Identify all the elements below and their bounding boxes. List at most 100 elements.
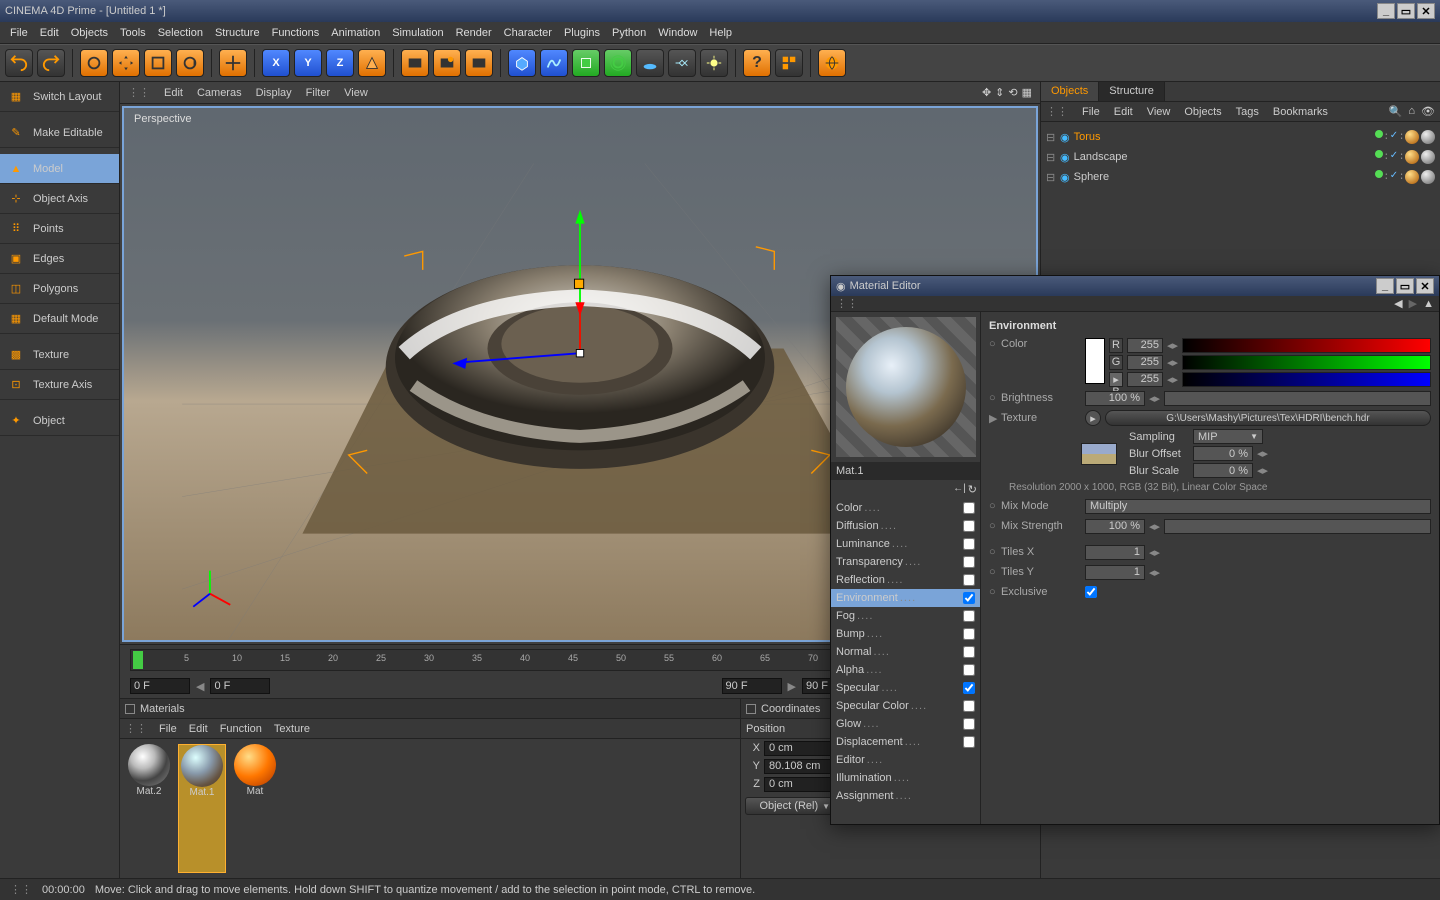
me-prev-mat[interactable]: ←| — [953, 483, 966, 496]
arrange-button[interactable] — [775, 49, 803, 77]
me-maximize[interactable]: ▭ — [1396, 278, 1414, 294]
channel-bump[interactable]: Bump . . . . — [831, 625, 980, 643]
brightness-input[interactable]: 100 % — [1085, 391, 1145, 406]
range-end[interactable]: 90 F — [722, 678, 782, 694]
me-nav-fwd[interactable]: ▶ — [1409, 297, 1417, 310]
menu-structure[interactable]: Structure — [215, 27, 260, 39]
obj-landscape[interactable]: ⊟◉Landscape ∶✓∶ — [1046, 147, 1435, 167]
start-frame[interactable]: 0 F — [130, 678, 190, 694]
mix-mode-dropdown[interactable]: Multiply — [1085, 499, 1431, 514]
vp-menu-edit[interactable]: Edit — [164, 87, 183, 99]
channel-luminance[interactable]: Luminance . . . . — [831, 535, 980, 553]
rotate-tool[interactable] — [176, 49, 204, 77]
color-r[interactable]: 255 — [1127, 338, 1163, 353]
add-environment[interactable] — [636, 49, 664, 77]
menu-simulation[interactable]: Simulation — [392, 27, 443, 39]
obj-sphere[interactable]: ⊟◉Sphere ∶✓∶ — [1046, 167, 1435, 187]
vp-menu-filter[interactable]: Filter — [306, 87, 330, 99]
mat-menu-texture[interactable]: Texture — [274, 723, 310, 735]
add-deformer[interactable] — [604, 49, 632, 77]
move-tool[interactable] — [112, 49, 140, 77]
redo-button[interactable] — [37, 49, 65, 77]
obj-menu-view[interactable]: View — [1147, 106, 1171, 118]
menu-tools[interactable]: Tools — [120, 27, 146, 39]
playhead[interactable] — [133, 651, 143, 669]
mat-menu-edit[interactable]: Edit — [189, 723, 208, 735]
add-camera[interactable] — [668, 49, 696, 77]
obj-menu-tags[interactable]: Tags — [1236, 106, 1259, 118]
menu-selection[interactable]: Selection — [158, 27, 203, 39]
close-button[interactable]: ✕ — [1417, 3, 1435, 19]
obj-menu-file[interactable]: File — [1082, 106, 1100, 118]
vp-menu-display[interactable]: Display — [256, 87, 292, 99]
material-preview[interactable] — [836, 317, 976, 457]
add-light[interactable] — [700, 49, 728, 77]
channel-normal[interactable]: Normal . . . . — [831, 643, 980, 661]
material-Mat.2[interactable]: Mat.2 — [125, 744, 173, 873]
channel-assignment[interactable]: Assignment . . . . — [831, 787, 980, 805]
channel-color[interactable]: Color . . . . — [831, 499, 980, 517]
vp-menu-cameras[interactable]: Cameras — [197, 87, 242, 99]
color-swatch[interactable] — [1085, 338, 1105, 384]
x-axis-lock[interactable]: X — [262, 49, 290, 77]
menu-render[interactable]: Render — [456, 27, 492, 39]
me-close[interactable]: ✕ — [1416, 278, 1434, 294]
tab-structure[interactable]: Structure — [1099, 82, 1165, 101]
material-editor-window[interactable]: ◉Material Editor _ ▭ ✕ ⋮⋮ ◀ ▶ ▲ Mat.1 ←|… — [830, 275, 1440, 825]
vp-rotate-icon[interactable]: ⟲ — [1008, 86, 1017, 99]
menu-edit[interactable]: Edit — [40, 27, 59, 39]
channel-fog[interactable]: Fog . . . . — [831, 607, 980, 625]
render-settings[interactable] — [465, 49, 493, 77]
channel-environment[interactable]: Environment . . . . — [831, 589, 980, 607]
menu-python[interactable]: Python — [612, 27, 646, 39]
coord-system[interactable] — [358, 49, 386, 77]
vp-grip-icon[interactable]: ⋮⋮ — [128, 86, 150, 99]
maximize-button[interactable]: ▭ — [1397, 3, 1415, 19]
undo-button[interactable] — [5, 49, 33, 77]
mode-texture-axis[interactable]: ⊡Texture Axis — [0, 370, 119, 400]
vp-layout-icon[interactable]: ▦ — [1022, 86, 1032, 99]
channel-alpha[interactable]: Alpha . . . . — [831, 661, 980, 679]
mode-points[interactable]: ⠿Points — [0, 214, 119, 244]
recent-tool[interactable] — [219, 49, 247, 77]
material-name-field[interactable]: Mat.1 — [831, 462, 980, 480]
vp-zoom-icon[interactable]: ⇕ — [995, 86, 1004, 99]
mix-strength-slider[interactable] — [1164, 519, 1431, 534]
blur-scale[interactable]: 0 % — [1193, 463, 1253, 478]
r-slider[interactable] — [1182, 338, 1431, 353]
range-start[interactable]: 0 F — [210, 678, 270, 694]
add-generator[interactable] — [572, 49, 600, 77]
menu-character[interactable]: Character — [504, 27, 552, 39]
texture-arrow-btn[interactable]: ▸ — [1085, 410, 1101, 426]
brightness-slider[interactable] — [1164, 391, 1431, 406]
menu-file[interactable]: File — [10, 27, 28, 39]
color-g[interactable]: 255 — [1127, 355, 1163, 370]
search-icon[interactable]: 🔍 — [1389, 105, 1403, 118]
add-primitive[interactable] — [508, 49, 536, 77]
mix-strength[interactable]: 100 % — [1085, 519, 1145, 534]
obj-torus[interactable]: ⊟◉Torus ∶✓∶ — [1046, 127, 1435, 147]
render-view[interactable] — [401, 49, 429, 77]
g-slider[interactable] — [1182, 355, 1431, 370]
channel-displacement[interactable]: Displacement . . . . — [831, 733, 980, 751]
me-minimize[interactable]: _ — [1376, 278, 1394, 294]
add-spline[interactable] — [540, 49, 568, 77]
mode-edges[interactable]: ▣Edges — [0, 244, 119, 274]
mat-menu-file[interactable]: File — [159, 723, 177, 735]
mode-object-axis[interactable]: ⊹Object Axis — [0, 184, 119, 214]
content-browser[interactable] — [818, 49, 846, 77]
channel-transparency[interactable]: Transparency . . . . — [831, 553, 980, 571]
render-pv[interactable] — [433, 49, 461, 77]
mode-polygons[interactable]: ◫Polygons — [0, 274, 119, 304]
tab-objects[interactable]: Objects — [1041, 82, 1099, 101]
select-tool[interactable] — [80, 49, 108, 77]
obj-menu-bookmarks[interactable]: Bookmarks — [1273, 106, 1328, 118]
eye-icon[interactable]: 👁 — [1421, 105, 1435, 118]
material-Mat.1[interactable]: Mat.1 — [178, 744, 226, 873]
mode-switch-layout[interactable]: ▦Switch Layout — [0, 82, 119, 112]
vp-menu-view[interactable]: View — [344, 87, 368, 99]
scale-tool[interactable] — [144, 49, 172, 77]
menu-window[interactable]: Window — [658, 27, 697, 39]
channel-specular-color[interactable]: Specular Color . . . . — [831, 697, 980, 715]
material-Mat[interactable]: Mat — [231, 744, 279, 873]
